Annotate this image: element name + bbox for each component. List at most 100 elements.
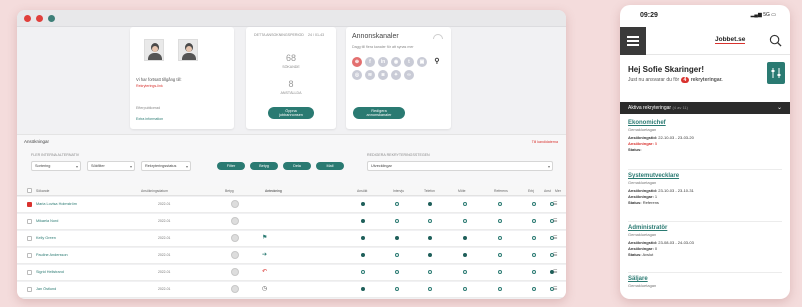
column-header[interactable]: Anst: [544, 189, 551, 193]
row-checkbox[interactable]: [27, 236, 32, 241]
channel-icon[interactable]: ▣: [417, 57, 427, 67]
column-header[interactable]: Mer: [555, 189, 561, 193]
status-dot[interactable]: [463, 287, 467, 291]
recruiter-link[interactable]: Rekryterings-link: [136, 84, 163, 88]
candidate-name[interactable]: Kelly Green: [36, 236, 56, 240]
status-dot[interactable]: [498, 287, 502, 291]
status-dot[interactable]: [463, 219, 467, 223]
channel-icon[interactable]: ⊕: [352, 57, 362, 67]
job-card[interactable]: Säljare Gemakluetagan: [628, 276, 778, 288]
open-job-ad-button[interactable]: Öppna jobbannonsen: [268, 107, 314, 119]
status-dot[interactable]: [498, 253, 502, 257]
active-recruitments-bar[interactable]: Aktiva rekryteringar (4 av 11) ⌄: [620, 102, 790, 114]
more-icon[interactable]: ☰: [553, 269, 557, 275]
column-header[interactable]: Telefon: [424, 189, 435, 193]
row-checkbox[interactable]: [27, 253, 32, 258]
close-dot[interactable]: [24, 15, 31, 22]
candidate-name[interactable]: Maria Lovisa Holmström: [36, 202, 77, 206]
column-header[interactable]: Ansökt: [357, 189, 367, 193]
job-title[interactable]: Ekonomichef: [628, 120, 778, 126]
table-row[interactable]: Sigrid Hellstrand 2022-01 ↶ ☰: [17, 265, 566, 281]
status-dot[interactable]: [395, 236, 399, 240]
table-row[interactable]: Mikaela Nord 2022-01 ☰: [17, 214, 566, 230]
column-header[interactable]: Sökande: [36, 189, 49, 193]
column-header[interactable]: Ansökningsdatum: [141, 189, 168, 193]
row-checkbox[interactable]: [27, 219, 32, 224]
more-icon[interactable]: ☰: [553, 201, 557, 207]
to-candidates-link[interactable]: Till kandidaterna: [532, 140, 558, 144]
edit-channels-button[interactable]: Redigera annonskanaler: [353, 107, 405, 119]
status-dot[interactable]: [361, 253, 365, 257]
status-dot[interactable]: [361, 270, 365, 274]
status-dot[interactable]: [463, 270, 467, 274]
more-icon[interactable]: ☰: [553, 235, 557, 241]
status-dot[interactable]: [498, 236, 502, 240]
row-checkbox[interactable]: [27, 202, 32, 207]
column-header[interactable]: Anteckning: [265, 189, 282, 193]
status-dot[interactable]: [463, 202, 467, 206]
column-header[interactable]: Möte: [458, 189, 466, 193]
table-row[interactable]: Kelly Green 2022-01 ⚑ ☰: [17, 231, 566, 247]
status-dot[interactable]: [532, 236, 536, 240]
candidate-name[interactable]: Pauline Andersson: [36, 253, 68, 257]
row-checkbox[interactable]: [27, 287, 32, 292]
channel-icon[interactable]: ◎: [352, 70, 362, 80]
filter-button[interactable]: Filter: [217, 162, 245, 170]
status-dot[interactable]: [395, 219, 399, 223]
status-dot[interactable]: [361, 287, 365, 291]
status-dot[interactable]: [532, 219, 536, 223]
status-dot[interactable]: [395, 270, 399, 274]
job-title[interactable]: Administratör: [628, 225, 778, 231]
location-icon[interactable]: ⚲: [432, 57, 442, 67]
job-card[interactable]: Administratör Gemakluetagan Ansökningstid…: [628, 225, 778, 258]
column-header[interactable]: Intervju: [393, 189, 404, 193]
table-row[interactable]: Maria Lovisa Holmström 2022-01 ☰: [17, 197, 566, 213]
status-dot[interactable]: [428, 202, 432, 206]
status-dot[interactable]: [395, 202, 399, 206]
steps-select[interactable]: Utvecklingar ▾: [367, 161, 553, 171]
rating-circle[interactable]: [231, 234, 239, 242]
rating-circle[interactable]: [231, 268, 239, 276]
status-dot[interactable]: [395, 287, 399, 291]
status-dot[interactable]: [428, 236, 432, 240]
status-select[interactable]: Rekryteringsstatus ▾: [141, 161, 191, 171]
menu-icon[interactable]: [620, 27, 646, 55]
status-dot[interactable]: [532, 287, 536, 291]
more-icon[interactable]: ☰: [553, 218, 557, 224]
status-dot[interactable]: [395, 253, 399, 257]
channel-icon[interactable]: ✦: [391, 70, 401, 80]
status-dot[interactable]: [498, 202, 502, 206]
candidate-name[interactable]: Sigrid Hellstrand: [36, 270, 64, 274]
status-dot[interactable]: [498, 219, 502, 223]
channel-icon[interactable]: ◉: [391, 57, 401, 67]
linkedin-icon[interactable]: in: [378, 57, 388, 67]
status-dot[interactable]: [532, 202, 536, 206]
status-dot[interactable]: [361, 202, 365, 206]
status-dot[interactable]: [463, 236, 467, 240]
status-dot[interactable]: [361, 219, 365, 223]
sort-select[interactable]: Sortering ▾: [31, 161, 81, 171]
status-dot[interactable]: [428, 287, 432, 291]
select-all-checkbox[interactable]: [27, 188, 32, 193]
table-row[interactable]: Pauline Andersson 2022-01 ➔ ☰: [17, 248, 566, 264]
logo[interactable]: Jobbet.se: [715, 36, 746, 44]
row-checkbox[interactable]: [27, 270, 32, 275]
candidate-name[interactable]: Jan Östlund: [36, 287, 56, 291]
search-icon[interactable]: [769, 34, 782, 47]
more-icon[interactable]: ☰: [553, 252, 557, 258]
mail-button[interactable]: Mail: [316, 162, 344, 170]
maximize-dot[interactable]: [48, 15, 55, 22]
share-button[interactable]: Dela: [283, 162, 311, 170]
instagram-icon[interactable]: ◙: [378, 70, 388, 80]
channel-icon[interactable]: ≋: [365, 70, 375, 80]
status-dot[interactable]: [361, 236, 365, 240]
status-dot[interactable]: [463, 253, 467, 257]
status-dot[interactable]: [428, 270, 432, 274]
table-row[interactable]: Jan Östlund 2022-01 ◷ ☰: [17, 282, 566, 298]
link-icon[interactable]: ∞: [404, 70, 414, 80]
search-filter-select[interactable]: Sökfilter ▾: [87, 161, 135, 171]
rating-circle[interactable]: [231, 251, 239, 259]
job-title[interactable]: Säljare: [628, 276, 778, 282]
filter-icon[interactable]: [767, 62, 785, 84]
status-dot[interactable]: [428, 253, 432, 257]
